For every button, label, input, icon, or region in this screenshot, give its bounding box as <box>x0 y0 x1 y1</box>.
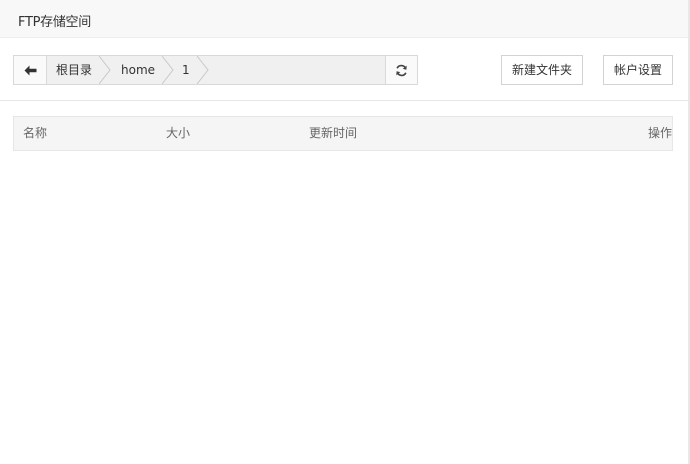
breadcrumb-separator-icon <box>99 56 111 84</box>
column-header-size[interactable]: 大小 <box>166 117 190 150</box>
back-button[interactable] <box>13 55 47 85</box>
refresh-icon <box>396 64 407 76</box>
column-header-name[interactable]: 名称 <box>23 117 47 150</box>
new-folder-button[interactable]: 新建文件夹 <box>501 55 583 85</box>
breadcrumb-current[interactable]: 1 <box>182 56 190 84</box>
column-header-actions: 操作 <box>647 126 672 140</box>
arrow-left-icon <box>24 65 37 75</box>
column-header-updated[interactable]: 更新时间 <box>309 117 357 150</box>
breadcrumb-home[interactable]: home <box>121 56 155 84</box>
account-settings-button[interactable]: 帐户设置 <box>603 55 673 85</box>
dialog-title: FTP存储空间 <box>18 15 91 30</box>
breadcrumb: 根目录 home 1 <box>46 55 386 85</box>
dialog-header: FTP存储空间 <box>0 0 690 38</box>
breadcrumb-separator-icon <box>162 56 174 84</box>
breadcrumb-separator-icon <box>197 56 209 84</box>
file-table-header: 名称 大小 更新时间 操作 <box>13 116 673 151</box>
refresh-button[interactable] <box>385 55 418 85</box>
breadcrumb-root[interactable]: 根目录 <box>56 56 92 84</box>
ftp-storage-dialog: FTP存储空间 根目录 home 1 新建文件夹 帐户设置 名称 大小 更新时间… <box>0 0 690 464</box>
toolbar: 根目录 home 1 新建文件夹 帐户设置 <box>0 38 690 101</box>
